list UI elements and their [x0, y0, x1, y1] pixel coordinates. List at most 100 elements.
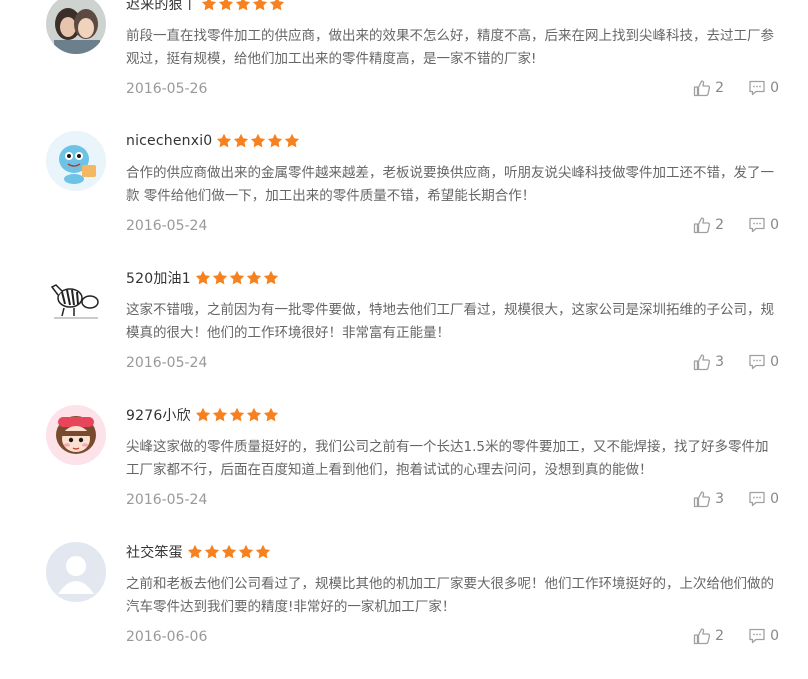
star-icon — [252, 0, 268, 12]
review-date: 2016-05-24 — [126, 355, 208, 371]
like-count: 3 — [715, 491, 725, 507]
star-icon — [269, 0, 285, 12]
review-item: nicechenxi0 合作的供应商做出来的金属零件越来越差，老板说要换供应商，… — [0, 131, 808, 268]
thumbs-up-icon — [694, 217, 711, 234]
comment-button[interactable]: 0 — [748, 627, 779, 645]
review-content: 尖峰这家做的零件质量挺好的，我们公司之前有一个长达1.5米的零件要加工，又不能焊… — [126, 439, 769, 478]
comment-button[interactable]: 0 — [748, 353, 779, 371]
username[interactable]: nicechenxi0 — [126, 133, 212, 149]
username[interactable]: 9276小欣 — [126, 405, 191, 425]
default-user-avatar — [46, 542, 106, 602]
star-icon — [267, 133, 283, 149]
review-header: 520加油1 — [126, 268, 280, 288]
thumbs-up-icon — [694, 628, 711, 645]
review-date: 2016-05-26 — [126, 81, 208, 97]
avatar[interactable] — [46, 0, 106, 54]
star-icon — [216, 133, 232, 149]
like-button[interactable]: 2 — [693, 79, 724, 97]
review-content: 前段一直在找零件加工的供应商，做出来的效果不怎么好，精度不高，后来在网上找到尖峰… — [126, 28, 774, 67]
like-count: 3 — [715, 354, 725, 370]
comment-count: 0 — [770, 491, 779, 507]
review-item: 9276小欣 尖峰这家做的零件质量挺好的，我们公司之前有一个长达1.5米的零件要… — [0, 405, 808, 542]
star-icon — [221, 544, 237, 560]
star-icon — [212, 407, 228, 423]
thumbs-up-icon — [694, 491, 711, 508]
review-date: 2016-05-24 — [126, 218, 208, 234]
username[interactable]: 迟来的狠丨 — [126, 0, 197, 14]
review-actions: 2 0 — [693, 216, 779, 234]
cartoon-girl-avatar — [46, 405, 106, 465]
star-icon — [187, 544, 203, 560]
review-actions: 3 0 — [693, 353, 779, 371]
review-actions: 3 0 — [693, 490, 779, 508]
star-icon — [204, 544, 220, 560]
star-icon — [250, 133, 266, 149]
comment-icon — [749, 491, 765, 507]
review-item: 520加油1 这家不错哦，之前因为有一批零件要做，特地去他们工厂看过，规模很大，… — [0, 268, 808, 405]
like-count: 2 — [715, 217, 725, 233]
cartoon-creature-avatar — [46, 131, 106, 191]
couple-photo-avatar — [46, 0, 106, 54]
avatar[interactable] — [46, 405, 106, 465]
like-button[interactable]: 2 — [693, 627, 724, 645]
star-icon — [284, 133, 300, 149]
review-content: 之前和老板去他们公司看过了，规模比其他的机加工厂家要大很多呢！他们工作环境挺好的… — [126, 576, 774, 615]
zebra-sketch-avatar — [46, 268, 106, 328]
review-item: 社交笨蛋 之前和老板去他们公司看过了，规模比其他的机加工厂家要大很多呢！他们工作… — [0, 542, 808, 679]
review-actions: 2 0 — [693, 79, 779, 97]
thumbs-up-icon — [694, 354, 711, 371]
review-content: 合作的供应商做出来的金属零件越来越差，老板说要换供应商，听朋友说尖峰科技做零件加… — [126, 165, 774, 204]
star-icon — [212, 270, 228, 286]
star-icon — [263, 407, 279, 423]
star-icon — [246, 270, 262, 286]
comment-icon — [749, 354, 765, 370]
review-content: 这家不错哦，之前因为有一批零件要做，特地去他们工厂看过，规模很大，这家公司是深圳… — [126, 302, 774, 341]
star-icon — [229, 407, 245, 423]
star-rating — [195, 407, 280, 423]
avatar[interactable] — [46, 542, 106, 602]
comment-button[interactable]: 0 — [748, 79, 779, 97]
star-rating — [201, 0, 286, 12]
review-actions: 2 0 — [693, 627, 779, 645]
review-header: nicechenxi0 — [126, 131, 301, 151]
review-header: 9276小欣 — [126, 405, 280, 425]
star-icon — [195, 407, 211, 423]
star-icon — [255, 544, 271, 560]
star-icon — [195, 270, 211, 286]
comment-count: 0 — [770, 80, 779, 96]
comment-icon — [749, 217, 765, 233]
review-item: 迟来的狠丨 前段一直在找零件加工的供应商，做出来的效果不怎么好，精度不高，后来在… — [0, 0, 808, 131]
like-button[interactable]: 3 — [693, 353, 724, 371]
like-button[interactable]: 3 — [693, 490, 724, 508]
like-button[interactable]: 2 — [693, 216, 724, 234]
star-rating — [216, 133, 301, 149]
username[interactable]: 520加油1 — [126, 268, 191, 288]
username[interactable]: 社交笨蛋 — [126, 542, 183, 562]
thumbs-up-icon — [694, 80, 711, 97]
star-icon — [235, 0, 251, 12]
comment-button[interactable]: 0 — [748, 490, 779, 508]
star-icon — [238, 544, 254, 560]
comment-count: 0 — [770, 217, 779, 233]
like-count: 2 — [715, 628, 725, 644]
comment-icon — [749, 628, 765, 644]
avatar[interactable] — [46, 131, 106, 191]
comment-icon — [749, 80, 765, 96]
review-date: 2016-06-06 — [126, 629, 208, 645]
comment-count: 0 — [770, 628, 779, 644]
star-icon — [233, 133, 249, 149]
avatar[interactable] — [46, 268, 106, 328]
star-rating — [195, 270, 280, 286]
review-header: 社交笨蛋 — [126, 542, 272, 562]
comment-count: 0 — [770, 354, 779, 370]
star-icon — [201, 0, 217, 12]
star-rating — [187, 544, 272, 560]
review-header: 迟来的狠丨 — [126, 0, 286, 14]
star-icon — [263, 270, 279, 286]
like-count: 2 — [715, 80, 725, 96]
comment-button[interactable]: 0 — [748, 216, 779, 234]
star-icon — [218, 0, 234, 12]
review-date: 2016-05-24 — [126, 492, 208, 508]
star-icon — [229, 270, 245, 286]
star-icon — [246, 407, 262, 423]
